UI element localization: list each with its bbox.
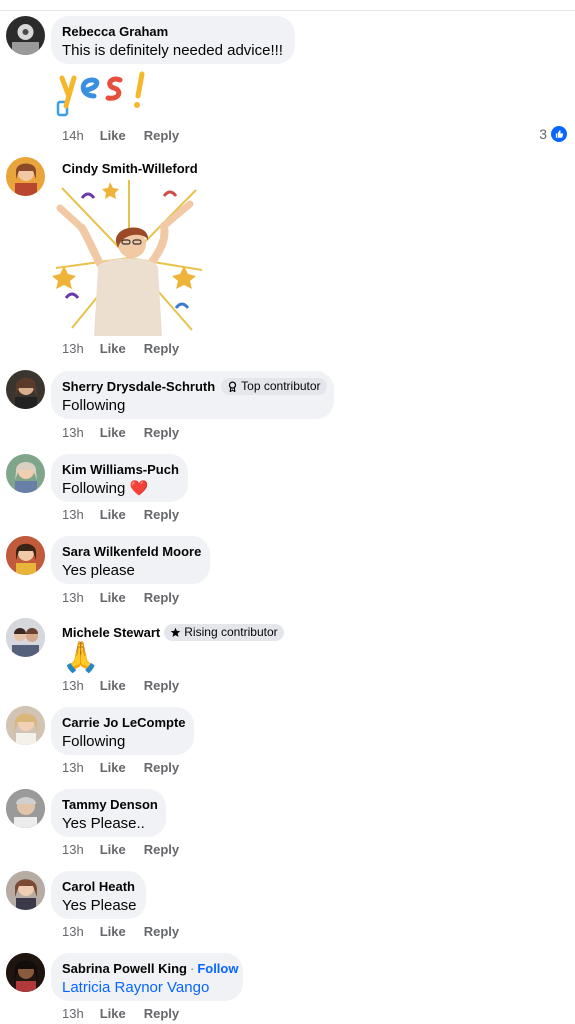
like-thumb-icon <box>551 126 567 142</box>
reply-button[interactable]: Reply <box>144 678 179 693</box>
reaction-count: 3 <box>539 126 547 142</box>
comment-time[interactable]: 13h <box>62 507 84 522</box>
comment-bubble: Carrie Jo LeCompte Following <box>51 707 194 755</box>
comment-text: Following <box>62 733 126 750</box>
comment-bubble: Carol Heath Yes Please <box>51 871 146 919</box>
like-button[interactable]: Like <box>100 425 126 440</box>
comment-actions: 13h Like Reply <box>62 425 197 440</box>
avatar[interactable] <box>6 618 45 657</box>
comment-text: Yes please <box>62 562 135 579</box>
comment-bubble: Sherry Drysdale-Schruth Top contributor F… <box>51 371 334 419</box>
rising-contributor-badge[interactable]: Rising contributor <box>164 624 284 641</box>
follow-button[interactable]: Follow <box>197 960 238 977</box>
avatar[interactable] <box>6 454 45 493</box>
yes-sticker[interactable] <box>56 70 152 120</box>
comment-text: Yes Please.. <box>62 815 145 832</box>
comment-bubble: Rebecca Graham This is definitely needed… <box>51 16 295 64</box>
comment-bubble: Kim Williams-Puch Following ❤️ <box>51 454 188 502</box>
comment-time[interactable]: 13h <box>62 842 84 857</box>
comment-bubble: Sara Wilkenfeld Moore Yes please <box>51 536 210 584</box>
badge-label: Top contributor <box>241 379 321 393</box>
comment-bubble: Tammy Denson Yes Please.. <box>51 789 166 837</box>
tagged-user-link[interactable]: Latricia Raynor Vango <box>62 978 231 998</box>
reply-button[interactable]: Reply <box>144 128 179 143</box>
comment-bubble: Sabrina Powell King · Follow Latricia Rayn… <box>51 953 243 1001</box>
comment-actions: 13h Like Reply <box>62 842 197 857</box>
heart-emoji: ❤️ <box>129 480 149 497</box>
comment-time[interactable]: 13h <box>62 924 84 939</box>
comment-actions: 14h Like Reply <box>62 128 197 143</box>
award-icon <box>229 381 237 392</box>
comment-actions: 13h Like Reply <box>62 590 197 605</box>
reply-button[interactable]: Reply <box>144 842 179 857</box>
like-button[interactable]: Like <box>100 590 126 605</box>
comment-author[interactable]: Sara Wilkenfeld Moore <box>62 543 201 560</box>
comment-author[interactable]: Cindy Smith-Willeford <box>62 161 198 176</box>
comment-actions: 13h Like Reply <box>62 1006 197 1021</box>
comment-text: This is definitely needed advice!!! <box>62 42 283 59</box>
comment-time[interactable]: 13h <box>62 590 84 605</box>
comment-author[interactable]: Rebecca Graham <box>62 23 283 40</box>
like-button[interactable]: Like <box>100 678 126 693</box>
comment-actions: 13h Like Reply <box>62 924 197 939</box>
comment-author[interactable]: Carrie Jo LeCompte <box>62 714 186 731</box>
comment-actions: 13h Like Reply <box>62 507 197 522</box>
reply-button[interactable]: Reply <box>144 341 179 356</box>
avatar[interactable] <box>6 706 45 745</box>
comment-time[interactable]: 14h <box>62 128 84 143</box>
comment-author[interactable]: Kim Williams-Puch <box>62 461 179 478</box>
avatar[interactable] <box>6 157 45 196</box>
reply-button[interactable]: Reply <box>144 760 179 775</box>
reply-button[interactable]: Reply <box>144 1006 179 1021</box>
avatar[interactable] <box>6 789 45 828</box>
like-button[interactable]: Like <box>100 507 126 522</box>
avatar[interactable] <box>6 871 45 910</box>
like-button[interactable]: Like <box>100 1006 126 1021</box>
comment-text: Following <box>62 397 126 414</box>
badge-label: Rising contributor <box>184 625 278 639</box>
comment-time[interactable]: 13h <box>62 1006 84 1021</box>
reply-button[interactable]: Reply <box>144 507 179 522</box>
reply-button[interactable]: Reply <box>144 924 179 939</box>
comment-time[interactable]: 13h <box>62 341 84 356</box>
comment-author[interactable]: Sherry Drysdale-Schruth <box>62 378 215 395</box>
celebration-sticker[interactable] <box>52 178 206 336</box>
like-button[interactable]: Like <box>100 842 126 857</box>
comment-author[interactable]: Sabrina Powell King <box>62 960 187 977</box>
separator-dot: · <box>189 961 195 976</box>
comment-actions: 13h Like Reply <box>62 341 197 356</box>
avatar[interactable] <box>6 16 45 55</box>
avatar[interactable] <box>6 370 45 409</box>
like-button[interactable]: Like <box>100 924 126 939</box>
like-button[interactable]: Like <box>100 128 126 143</box>
top-divider <box>0 10 575 11</box>
comment-author[interactable]: Tammy Denson <box>62 796 158 813</box>
reaction-summary[interactable]: 3 <box>539 126 567 142</box>
comment-author[interactable]: Carol Heath <box>62 878 135 895</box>
avatar[interactable] <box>6 953 45 992</box>
like-button[interactable]: Like <box>100 341 126 356</box>
comment-time[interactable]: 13h <box>62 425 84 440</box>
reply-button[interactable]: Reply <box>144 425 179 440</box>
comment-text: Following <box>62 480 126 497</box>
comment-author[interactable]: Michele Stewart <box>62 624 160 641</box>
comment-actions: 13h Like Reply <box>62 678 197 693</box>
like-button[interactable]: Like <box>100 760 126 775</box>
reply-button[interactable]: Reply <box>144 590 179 605</box>
star-icon <box>170 627 181 637</box>
comment-time[interactable]: 13h <box>62 678 84 693</box>
comment-time[interactable]: 13h <box>62 760 84 775</box>
avatar[interactable] <box>6 536 45 575</box>
comment-text: Yes Please <box>62 897 137 914</box>
comment-actions: 13h Like Reply <box>62 760 197 775</box>
praying-hands-emoji: 🙏 <box>62 641 100 674</box>
top-contributor-badge[interactable]: Top contributor <box>221 378 327 395</box>
